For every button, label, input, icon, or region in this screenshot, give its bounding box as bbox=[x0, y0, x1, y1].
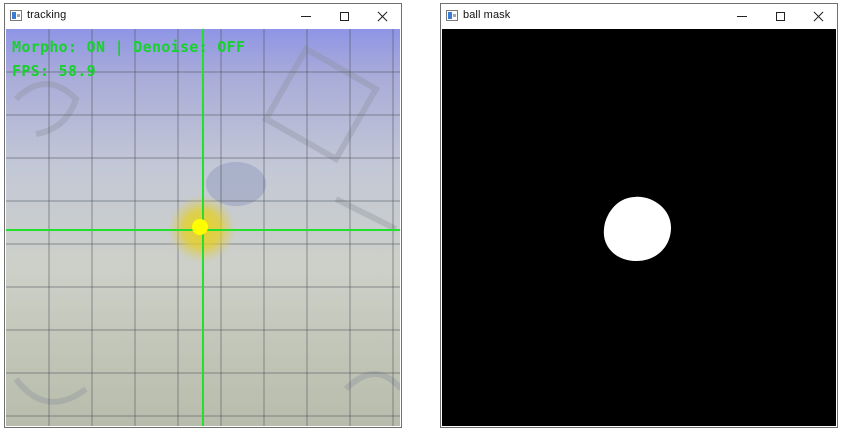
app-window-icon bbox=[10, 10, 22, 21]
camera-feed: Morpho: ON | Denoise: OFF FPS: 58.9 bbox=[6, 29, 400, 426]
close-button[interactable] bbox=[363, 4, 401, 29]
mask-scene bbox=[603, 196, 672, 262]
maximize-icon bbox=[775, 12, 785, 21]
minimize-button[interactable] bbox=[287, 4, 325, 29]
window-title: tracking bbox=[27, 9, 67, 21]
window-title: ball mask bbox=[463, 9, 511, 21]
app-window-icon bbox=[446, 10, 458, 21]
fps-overlay: FPS: 58.9 bbox=[12, 62, 96, 80]
minimize-icon bbox=[737, 16, 747, 17]
tracking-titlebar[interactable]: tracking bbox=[5, 4, 401, 29]
ball-center-marker bbox=[192, 219, 208, 235]
ball-mask-blob bbox=[603, 196, 672, 262]
camera-scene bbox=[6, 29, 400, 426]
close-button[interactable] bbox=[799, 4, 837, 29]
tracking-window[interactable]: tracking Morpho: ON | Denoise: OFF FPS: … bbox=[4, 3, 402, 428]
maximize-button[interactable] bbox=[761, 4, 799, 29]
mask-view bbox=[442, 29, 836, 426]
mask-titlebar[interactable]: ball mask bbox=[441, 4, 837, 29]
maximize-icon bbox=[339, 12, 349, 21]
close-icon bbox=[377, 11, 388, 22]
close-icon bbox=[813, 11, 824, 22]
status-overlay: Morpho: ON | Denoise: OFF bbox=[12, 38, 246, 56]
mask-window[interactable]: ball mask bbox=[440, 3, 838, 428]
minimize-icon bbox=[301, 16, 311, 17]
maximize-button[interactable] bbox=[325, 4, 363, 29]
minimize-button[interactable] bbox=[723, 4, 761, 29]
